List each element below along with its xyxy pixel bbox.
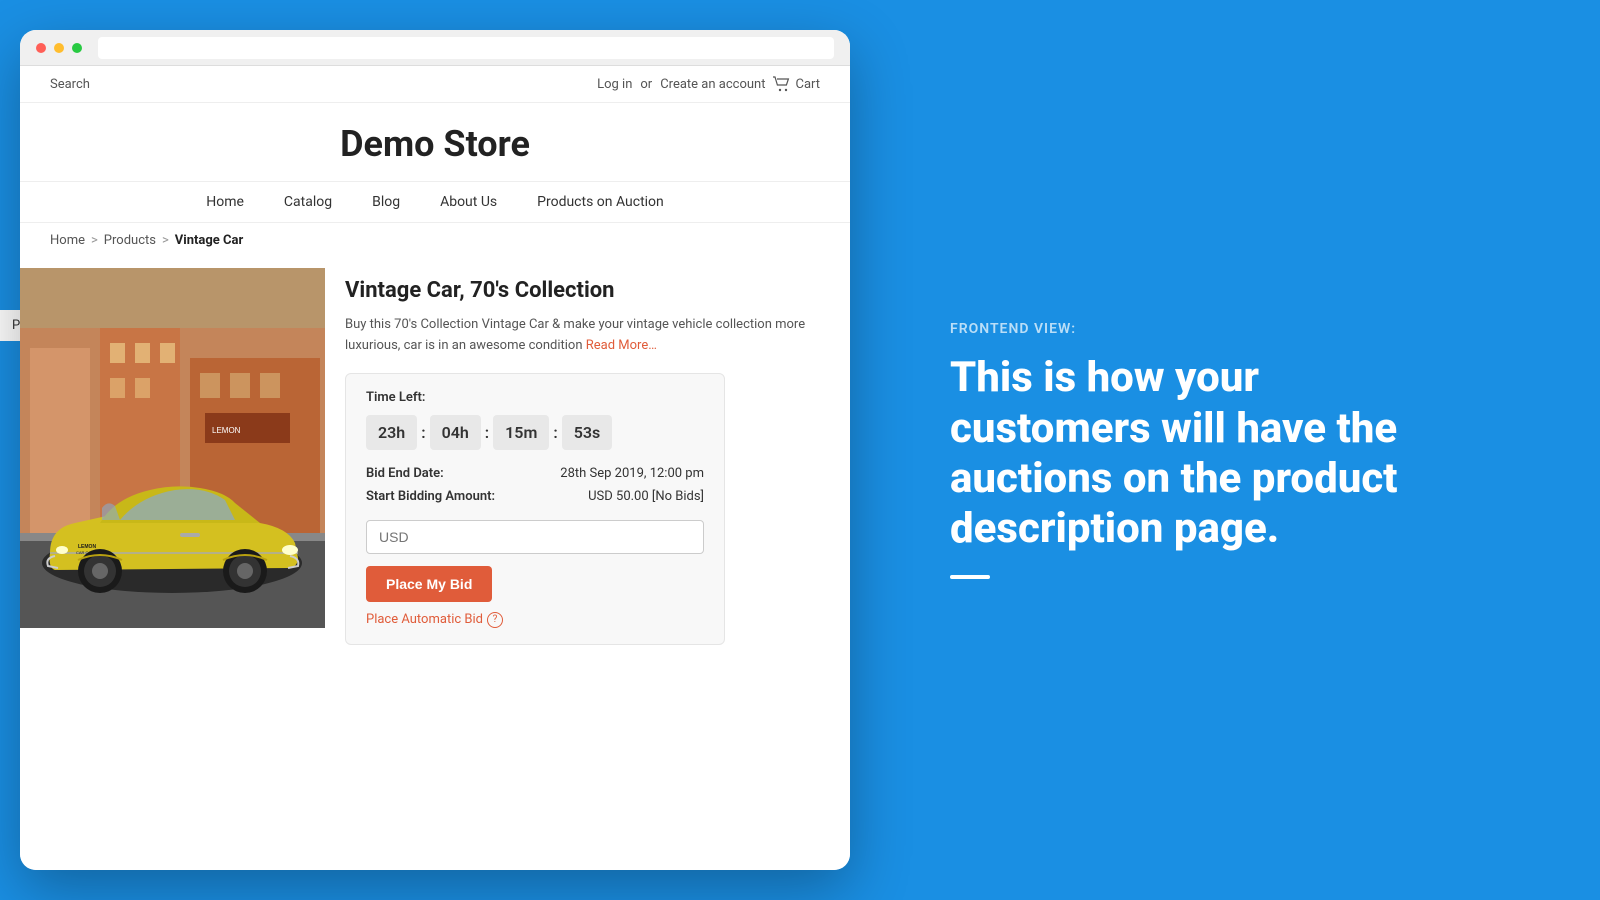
start-bid-value: USD 50.00 [No Bids] xyxy=(588,489,704,504)
browser-dot-green xyxy=(72,43,82,53)
bid-input[interactable] xyxy=(366,520,704,554)
nav-bar: Home Catalog Blog About Us Products on A… xyxy=(20,182,850,223)
bid-end-label: Bid End Date: xyxy=(366,466,444,481)
nav-about[interactable]: About Us xyxy=(440,194,497,210)
breadcrumb-current: Vintage Car xyxy=(175,233,243,248)
browser-window: Search Log in or Create an account Cart … xyxy=(20,30,850,870)
countdown-minutes: 04h xyxy=(430,415,481,450)
create-account-link[interactable]: Create an account xyxy=(660,77,765,92)
countdown-sep2: : xyxy=(485,423,489,442)
cart-icon xyxy=(773,76,791,92)
top-bar: Search Log in or Create an account Cart xyxy=(20,66,850,103)
countdown-seconds: 15m xyxy=(493,415,549,450)
product-image-container: LEMON xyxy=(20,268,325,628)
breadcrumb: Home > Products > Vintage Car xyxy=(20,223,850,258)
frontend-heading: This is how your customers will have the… xyxy=(950,353,1520,555)
product-area: LEMON xyxy=(20,258,850,655)
auction-box: Time Left: 23h : 04h : 15m : 53s Bid End… xyxy=(345,373,725,645)
frontend-view-label: FRONTEND VIEW: xyxy=(950,321,1520,337)
heading-line1: This is how your xyxy=(950,353,1259,402)
countdown-hours: 23h xyxy=(366,415,417,450)
heading-line2: customers will have the xyxy=(950,404,1397,453)
heading-line4: description page. xyxy=(950,504,1279,553)
breadcrumb-sep1: > xyxy=(91,233,98,248)
automatic-bid-link[interactable]: Place Automatic Bid ? xyxy=(366,612,704,628)
bid-end-row: Bid End Date: 28th Sep 2019, 12:00 pm xyxy=(366,466,704,481)
nav-catalog[interactable]: Catalog xyxy=(284,194,332,210)
countdown-sep3: : xyxy=(553,423,557,442)
countdown: 23h : 04h : 15m : 53s xyxy=(366,415,704,450)
store-title-area: Demo Store xyxy=(20,103,850,182)
countdown-sep1: : xyxy=(421,423,425,442)
browser-dot-red xyxy=(36,43,46,53)
product-title: Vintage Car, 70's Collection xyxy=(345,278,830,303)
product-details: Vintage Car, 70's Collection Buy this 70… xyxy=(325,268,850,655)
store-content: Search Log in or Create an account Cart … xyxy=(20,66,850,870)
search-text[interactable]: Search xyxy=(50,77,90,92)
svg-text:LEMON: LEMON xyxy=(212,426,241,435)
nav-auction[interactable]: Products on Auction xyxy=(537,194,664,210)
browser-chrome xyxy=(20,30,850,66)
product-description: Buy this 70's Collection Vintage Car & m… xyxy=(345,315,830,357)
right-panel: FRONTEND VIEW: This is how your customer… xyxy=(870,0,1600,900)
breadcrumb-home[interactable]: Home xyxy=(50,233,85,248)
automatic-bid-label: Place Automatic Bid xyxy=(366,612,483,627)
heading-underline xyxy=(950,575,990,579)
breadcrumb-sep2: > xyxy=(162,233,169,248)
left-panel: Products Search Log in or Create an acco… xyxy=(0,0,870,900)
nav-home[interactable]: Home xyxy=(206,194,244,210)
read-more-link[interactable]: Read More… xyxy=(586,338,657,353)
product-image: LEMON xyxy=(20,268,325,628)
start-bid-row: Start Bidding Amount: USD 50.00 [No Bids… xyxy=(366,489,704,504)
product-description-text: Buy this 70's Collection Vintage Car & m… xyxy=(345,317,805,353)
login-link[interactable]: Log in xyxy=(597,77,632,92)
breadcrumb-products[interactable]: Products xyxy=(104,233,156,248)
cart-icon-area[interactable]: Cart xyxy=(773,76,820,92)
bid-end-value: 28th Sep 2019, 12:00 pm xyxy=(560,466,704,481)
or-text: or xyxy=(640,77,652,92)
store-title: Demo Store xyxy=(20,123,850,165)
browser-address-bar xyxy=(98,37,834,59)
help-icon[interactable]: ? xyxy=(487,612,503,628)
place-bid-button[interactable]: Place My Bid xyxy=(366,566,492,602)
cart-label: Cart xyxy=(795,77,820,92)
time-left-label: Time Left: xyxy=(366,390,704,405)
nav-blog[interactable]: Blog xyxy=(372,194,400,210)
svg-text:CAR COMPANY: CAR COMPANY xyxy=(76,550,106,555)
countdown-ms: 53s xyxy=(562,415,613,450)
heading-line3: auctions on the product xyxy=(950,454,1398,503)
browser-dot-yellow xyxy=(54,43,64,53)
start-bid-label: Start Bidding Amount: xyxy=(366,489,495,504)
